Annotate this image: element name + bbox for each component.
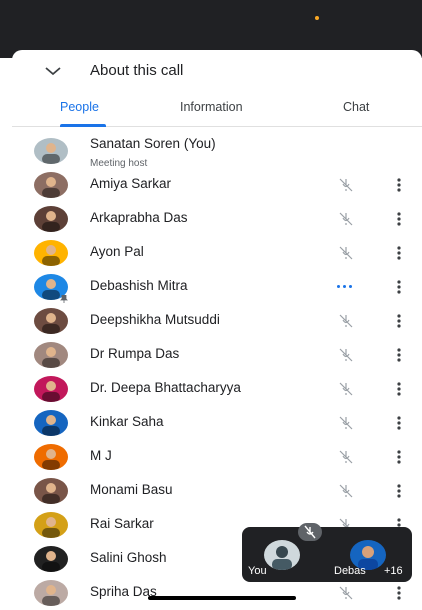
mic-off-icon [298, 523, 322, 541]
participant-row[interactable]: Sanatan Soren (You) Meeting host [12, 134, 422, 169]
more-options-icon[interactable] [394, 448, 404, 466]
more-options-icon[interactable] [394, 244, 404, 262]
avatar [34, 444, 68, 470]
mic-off-icon [337, 210, 355, 228]
extra-participants-count: +16 [384, 565, 403, 577]
participant-name: Amiya Sarkar [90, 176, 172, 191]
avatar [34, 512, 68, 538]
chevron-down-icon[interactable] [42, 62, 64, 80]
tile-other-label: Debas [334, 565, 366, 577]
avatar [34, 580, 68, 606]
avatar [34, 342, 68, 368]
more-options-icon[interactable] [394, 380, 404, 398]
mic-off-icon [337, 244, 355, 262]
more-options-icon[interactable] [394, 346, 404, 364]
participant-row[interactable]: Deepshikha Mutsuddi [12, 304, 422, 338]
participant-name: Monami Basu [90, 482, 173, 497]
tile-you-label: You [248, 565, 267, 577]
participant-name: M J [90, 448, 112, 463]
avatar [34, 240, 68, 266]
speaking-indicator-icon [337, 285, 355, 288]
mic-off-icon [337, 176, 355, 194]
avatar [34, 478, 68, 504]
more-options-icon[interactable] [394, 414, 404, 432]
participant-name: Deepshikha Mutsuddi [90, 312, 220, 327]
participant-row[interactable]: Dr Rumpa Das [12, 338, 422, 372]
mic-off-icon [337, 482, 355, 500]
participant-name: Dr. Deepa Bhattacharyya [90, 380, 241, 395]
avatar [34, 376, 68, 402]
mic-off-icon [337, 448, 355, 466]
pin-icon [60, 290, 68, 303]
home-indicator [148, 596, 296, 600]
more-options-icon[interactable] [394, 176, 404, 194]
participant-row[interactable]: M J [12, 440, 422, 474]
participant-row[interactable]: Amiya Sarkar [12, 168, 422, 202]
more-options-icon[interactable] [394, 482, 404, 500]
participant-name: Debashish Mitra [90, 278, 188, 293]
participant-row[interactable]: Monami Basu [12, 474, 422, 508]
participant-name: Rai Sarkar [90, 516, 154, 531]
tab-chat[interactable]: Chat [343, 100, 369, 114]
mic-off-icon [337, 414, 355, 432]
participant-name: Dr Rumpa Das [90, 346, 180, 361]
participant-name: Salini Ghosh [90, 550, 167, 565]
floating-video-tile[interactable]: You Debas +16 [242, 523, 412, 582]
mic-off-icon [337, 346, 355, 364]
avatar [264, 540, 300, 570]
sheet-header: About this call [12, 50, 422, 94]
mic-off-icon [337, 584, 355, 602]
participant-name: Spriha Das [90, 584, 157, 599]
active-tab-indicator [60, 124, 106, 127]
participant-row[interactable]: Dr. Deepa Bhattacharyya [12, 372, 422, 406]
participant-name: Arkaprabha Das [90, 210, 188, 225]
avatar [34, 172, 68, 198]
page-title: About this call [90, 62, 184, 79]
tab-people[interactable]: People [60, 100, 99, 114]
participant-row[interactable]: Ayon Pal [12, 236, 422, 270]
more-options-icon[interactable] [394, 312, 404, 330]
tab-information[interactable]: Information [180, 100, 243, 114]
more-options-icon[interactable] [394, 584, 404, 602]
participant-name: Kinkar Saha [90, 414, 164, 429]
status-dot [315, 16, 319, 20]
participant-row[interactable]: Debashish Mitra [12, 270, 422, 304]
tab-bar: People Information Chat [12, 96, 422, 127]
more-options-icon[interactable] [394, 210, 404, 228]
avatar [34, 308, 68, 334]
about-call-sheet: About this call People Information Chat … [12, 50, 422, 606]
avatar [34, 546, 68, 572]
participant-name: Ayon Pal [90, 244, 144, 259]
avatar [34, 410, 68, 436]
mic-off-icon [337, 312, 355, 330]
participant-name: Sanatan Soren (You) [90, 136, 216, 151]
avatar [34, 206, 68, 232]
more-options-icon[interactable] [394, 278, 404, 296]
participant-row[interactable]: Arkaprabha Das [12, 202, 422, 236]
participant-row[interactable]: Kinkar Saha [12, 406, 422, 440]
mic-off-icon [337, 380, 355, 398]
avatar [34, 138, 68, 164]
